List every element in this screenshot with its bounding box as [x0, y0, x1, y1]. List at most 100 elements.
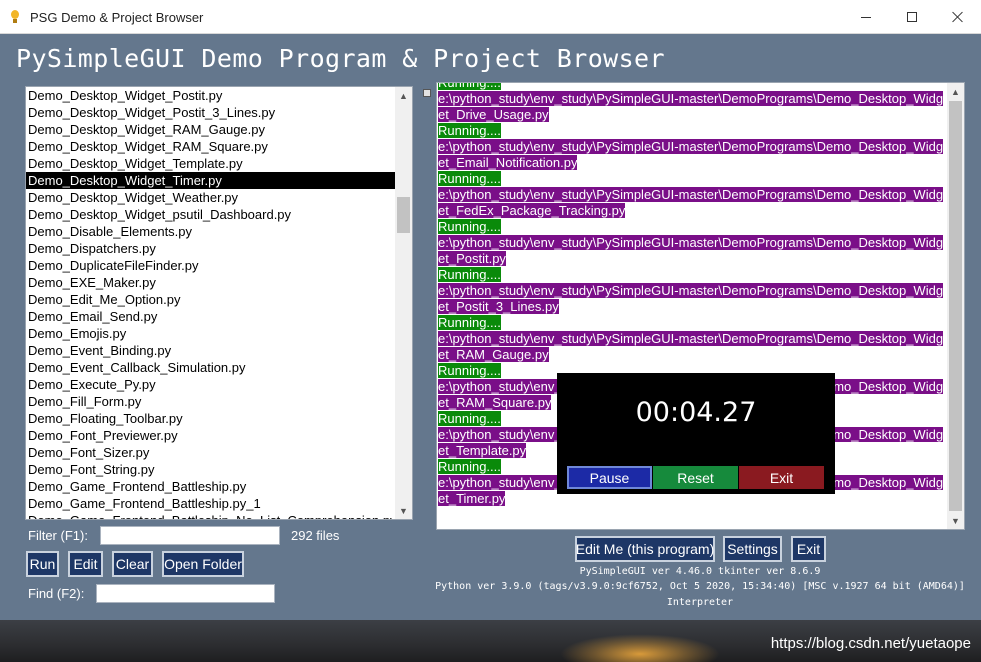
output-line-text: e:\python_study\env_study\PySimpleGUI-ma… — [438, 283, 944, 298]
output-line-text: Running.... — [438, 315, 501, 330]
minimize-button[interactable] — [843, 0, 889, 34]
list-item[interactable]: Demo_Edit_Me_Option.py — [26, 291, 397, 308]
output-path-line: e:\python_study\env_study\PySimpleGUI-ma… — [437, 139, 947, 155]
list-item[interactable]: Demo_Disable_Elements.py — [26, 223, 397, 240]
list-item[interactable]: Demo_Desktop_Widget_psutil_Dashboard.py — [26, 206, 397, 223]
list-item[interactable]: Demo_Font_Sizer.py — [26, 444, 397, 461]
list-item[interactable]: Demo_Desktop_Widget_RAM_Square.py — [26, 138, 397, 155]
output-path-line: et_RAM_Gauge.py — [437, 347, 947, 363]
list-item[interactable]: Demo_EXE_Maker.py — [26, 274, 397, 291]
maximize-button[interactable] — [889, 0, 935, 34]
output-scroll-up-icon[interactable]: ▲ — [947, 83, 964, 100]
list-item[interactable]: Demo_Event_Callback_Simulation.py — [26, 359, 397, 376]
file-list-scroll-thumb[interactable] — [397, 197, 410, 233]
close-button[interactable] — [935, 0, 981, 34]
timer-exit-button[interactable]: Exit — [739, 466, 824, 489]
output-path-line: e:\python_study\env_study\PySimpleGUI-ma… — [437, 331, 947, 347]
maximize-icon — [907, 12, 917, 22]
output-line-text: Running.... — [438, 219, 501, 234]
output-running-line: Running.... — [437, 123, 947, 139]
output-line-text: Running.... — [438, 411, 501, 426]
list-item[interactable]: Demo_DuplicateFileFinder.py — [26, 257, 397, 274]
output-line-text: et_FedEx_Package_Tracking.py — [438, 203, 626, 218]
close-icon — [952, 11, 964, 23]
list-item[interactable]: Demo_Game_Frontend_Battleship.py — [26, 478, 397, 495]
output-path-line: et_Email_Notification.py — [437, 155, 947, 171]
output-scrollbar[interactable]: ▲ ▼ — [947, 83, 964, 529]
list-item[interactable]: Demo_Fill_Form.py — [26, 393, 397, 410]
find-input[interactable] — [96, 584, 275, 603]
output-line-text: e:\python_study\env_study\PySimpleGUI-ma… — [438, 91, 944, 106]
output-running-line: Running.... — [437, 315, 947, 331]
list-item[interactable]: Demo_Desktop_Widget_Weather.py — [26, 189, 397, 206]
timer-display: 00:04.27 — [635, 397, 757, 428]
list-item[interactable]: Demo_Floating_Toolbar.py — [26, 410, 397, 427]
list-item[interactable]: Demo_Email_Send.py — [26, 308, 397, 325]
output-line-text: et_RAM_Square.py — [438, 395, 552, 410]
list-item[interactable]: Demo_Desktop_Widget_Timer.py — [26, 172, 397, 189]
version-interpreter: Interpreter — [666, 597, 734, 608]
output-line-text: e:\python_study\env_study\PySimpleGUI-ma… — [438, 235, 944, 250]
file-count: 292 files — [291, 528, 340, 543]
output-line-text: et_Timer.py — [438, 491, 506, 506]
list-item[interactable]: Demo_Game_Frontend_Battleship.py_1 — [26, 495, 397, 512]
edit-button[interactable]: Edit — [68, 551, 103, 577]
output-checkbox[interactable] — [423, 89, 431, 97]
minimize-icon — [861, 16, 871, 18]
file-list-scrollbar[interactable]: ▲ ▼ — [395, 87, 412, 519]
edit-me-button[interactable]: Edit Me (this program) — [575, 536, 715, 562]
output-line-text: e:\python_study\env_study\PySimpleGUI-ma… — [438, 187, 944, 202]
scroll-down-icon[interactable]: ▼ — [395, 502, 412, 519]
list-item[interactable]: Demo_Font_String.py — [26, 461, 397, 478]
main-window: PySimpleGUI Demo Program & Project Brows… — [0, 34, 981, 620]
output-line-text: Running.... — [438, 363, 501, 378]
find-label: Find (F2): — [28, 586, 85, 601]
output-running-line: Running.... — [437, 219, 947, 235]
list-item[interactable]: Demo_Desktop_Widget_Template.py — [26, 155, 397, 172]
output-line-text: Running.... — [438, 267, 501, 282]
version-python: Python ver 3.9.0 (tags/v3.9.0:9cf6752, O… — [435, 581, 965, 592]
lightbulb-icon — [10, 10, 20, 24]
output-running-line: Running.... — [437, 171, 947, 187]
output-line-text: Running.... — [438, 123, 501, 138]
window-title: PSG Demo & Project Browser — [30, 10, 204, 25]
filter-input[interactable] — [100, 526, 280, 545]
output-line-text: et_RAM_Gauge.py — [438, 347, 549, 362]
list-item[interactable]: Demo_Event_Binding.py — [26, 342, 397, 359]
pause-button[interactable]: Pause — [567, 466, 652, 489]
timer-widget: 00:04.27 Pause Reset Exit — [557, 373, 835, 494]
output-line-text: et_Drive_Usage.py — [438, 107, 549, 122]
open-folder-button[interactable]: Open Folder — [162, 551, 244, 577]
output-line-text: et_Email_Notification.py — [438, 155, 578, 170]
list-item[interactable]: Demo_Font_Previewer.py — [26, 427, 397, 444]
output-line-text: et_Postit_3_Lines.py — [438, 299, 559, 314]
output-path-line: et_FedEx_Package_Tracking.py — [437, 203, 947, 219]
run-button[interactable]: Run — [26, 551, 59, 577]
list-item[interactable]: Demo_Game_Frontend_Battleship_No_List_Co… — [26, 512, 397, 519]
output-path-line: et_Postit_3_Lines.py — [437, 299, 947, 315]
output-line-text: Running.... — [438, 459, 501, 474]
output-line-text: Running.... — [438, 83, 501, 90]
output-line-text: Running.... — [438, 171, 501, 186]
list-item[interactable]: Demo_Desktop_Widget_RAM_Gauge.py — [26, 121, 397, 138]
list-item[interactable]: Demo_Execute_Py.py — [26, 376, 397, 393]
scroll-up-icon[interactable]: ▲ — [395, 87, 412, 104]
list-item[interactable]: Demo_Desktop_Widget_Postit_3_Lines.py — [26, 104, 397, 121]
output-line-text: e:\python_study\env_study\PySimpleGUI-ma… — [438, 139, 944, 154]
clear-button[interactable]: Clear — [112, 551, 153, 577]
list-item[interactable]: Demo_Dispatchers.py — [26, 240, 397, 257]
list-item[interactable]: Demo_Emojis.py — [26, 325, 397, 342]
watermark: https://blog.csdn.net/yuetaope — [770, 635, 971, 652]
reset-button[interactable]: Reset — [653, 466, 738, 489]
output-scroll-down-icon[interactable]: ▼ — [947, 512, 964, 529]
output-running-line: Running.... — [437, 267, 947, 283]
filter-label: Filter (F1): — [28, 528, 88, 543]
output-scroll-thumb[interactable] — [949, 101, 962, 511]
output-line-text: et_Postit.py — [438, 251, 506, 266]
settings-button[interactable]: Settings — [723, 536, 782, 562]
file-listbox[interactable]: Demo_Desktop_Widget_Postit.py Demo_Deskto… — [25, 86, 413, 520]
list-item[interactable]: Demo_Desktop_Widget_Postit.py — [26, 87, 397, 104]
title-bar: PSG Demo & Project Browser — [0, 0, 981, 34]
output-running-line: Running.... — [437, 83, 947, 91]
exit-button[interactable]: Exit — [791, 536, 826, 562]
